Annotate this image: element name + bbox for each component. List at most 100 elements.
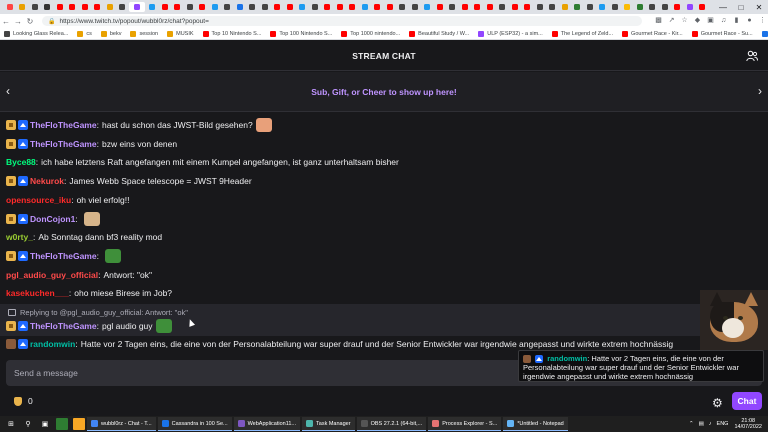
url-field[interactable]: 🔒 https://www.twitch.tv/popout/wubbl0rz/…: [42, 16, 642, 26]
avatar-badge-icon[interactable]: [6, 339, 16, 349]
browser-tab[interactable]: [634, 2, 645, 12]
browser-tab[interactable]: [547, 2, 558, 12]
taskbar-app-button[interactable]: WebApplication11...: [233, 417, 301, 431]
browser-tab[interactable]: [534, 2, 545, 12]
chat-username[interactable]: TheFloTheGame: [30, 321, 97, 331]
taskbar-app-button[interactable]: Process Explorer - S...: [428, 417, 502, 431]
browser-tab[interactable]: [79, 2, 90, 12]
taskbar-app-button[interactable]: OBS 27.2.1 (64-bit,...: [356, 417, 427, 431]
gift-badge-icon[interactable]: [6, 120, 16, 130]
translate-icon[interactable]: ▩: [652, 16, 665, 26]
subscriber-badge-icon[interactable]: [18, 120, 28, 130]
emote-icon[interactable]: [104, 248, 121, 263]
task-view-icon[interactable]: ▣: [39, 418, 51, 430]
chat-username[interactable]: Nekurok: [30, 176, 64, 186]
minimize-icon[interactable]: —: [714, 3, 732, 12]
browser-tab[interactable]: [159, 2, 170, 12]
chat-message[interactable]: w0rty_: Ab Sonntag dann bf3 reality mod: [6, 228, 162, 246]
browser-tab[interactable]: [209, 2, 220, 12]
bookmark-item[interactable]: gachibass gif - Goo...: [761, 30, 768, 37]
bookmark-star-icon[interactable]: ☆: [678, 16, 691, 26]
extension-icon[interactable]: ◆: [691, 16, 704, 26]
subscriber-badge-icon[interactable]: [18, 339, 28, 349]
browser-tab[interactable]: [259, 2, 270, 12]
bookmark-item[interactable]: Beautiful Study / W...: [409, 30, 469, 37]
subscriber-badge-icon[interactable]: [18, 321, 28, 331]
browser-tab[interactable]: [509, 2, 520, 12]
gift-badge-icon[interactable]: [6, 250, 16, 261]
browser-tab[interactable]: [234, 2, 245, 12]
taskbar-app-button[interactable]: Task Manager: [302, 417, 355, 431]
chat-message[interactable]: pgl_audio_guy_official: Antwort: "ok": [6, 266, 152, 284]
bookmark-item[interactable]: Gourmet Race - Su...: [691, 30, 753, 37]
browser-tab[interactable]: [684, 2, 695, 12]
close-icon[interactable]: ✕: [750, 3, 768, 12]
windows-start-icon[interactable]: ⊞: [5, 418, 17, 430]
browser-tab[interactable]: [384, 2, 395, 12]
taskbar-app-button[interactable]: wubbl0rz - Chat - T...: [87, 417, 156, 431]
subscriber-badge-icon[interactable]: [18, 250, 28, 261]
gear-icon[interactable]: ⚙: [712, 396, 723, 410]
community-icon[interactable]: [746, 50, 758, 62]
browser-tab[interactable]: [297, 2, 308, 12]
channel-points-icon[interactable]: [14, 396, 22, 406]
browser-tab[interactable]: [67, 2, 78, 12]
subscriber-badge-icon[interactable]: [18, 213, 28, 224]
browser-tab[interactable]: [409, 2, 420, 12]
browser-tab[interactable]: [29, 2, 40, 12]
gift-badge-icon[interactable]: [6, 321, 16, 331]
search-icon[interactable]: ⚲: [22, 418, 34, 430]
system-clock[interactable]: 21:08 14/07/2022: [734, 418, 762, 430]
browser-tab[interactable]: [397, 2, 408, 12]
emote-icon[interactable]: [83, 211, 100, 226]
browser-tab[interactable]: [497, 2, 508, 12]
browser-tab[interactable]: [622, 2, 633, 12]
bookmark-item[interactable]: Gourmet Race - Kir...: [622, 30, 683, 37]
browser-tab[interactable]: [584, 2, 595, 12]
chat-send-button[interactable]: Chat: [732, 392, 762, 410]
chat-username[interactable]: Byce88: [6, 157, 36, 167]
browser-tab[interactable]: [42, 2, 53, 12]
browser-tab[interactable]: [447, 2, 458, 12]
browser-tab[interactable]: [92, 2, 103, 12]
chat-message[interactable]: TheFloTheGame: hast du schon das JWST-Bil…: [6, 116, 272, 134]
gift-badge-icon[interactable]: [6, 213, 16, 224]
chat-username[interactable]: DonCojon1: [30, 214, 75, 224]
browser-tab[interactable]: [309, 2, 320, 12]
forward-icon[interactable]: →: [12, 17, 24, 26]
reload-icon[interactable]: ↻: [24, 17, 36, 26]
chat-username[interactable]: TheFloTheGame: [30, 120, 97, 130]
bookmark-item[interactable]: cs: [77, 30, 92, 37]
browser-tab[interactable]: [4, 2, 15, 12]
subscriber-badge-icon[interactable]: [18, 176, 28, 187]
reply-message[interactable]: TheFloTheGame : pgl audio guy: [6, 318, 172, 334]
tray-chevron-icon[interactable]: ⌃: [689, 421, 694, 427]
browser-tab[interactable]: [104, 2, 115, 12]
taskbar-app-button[interactable]: *Untitled - Notepad: [503, 417, 568, 431]
browser-tab[interactable]: [359, 2, 370, 12]
bookmark-item[interactable]: MUSIK: [167, 30, 194, 37]
browser-tab[interactable]: [347, 2, 358, 12]
sidebar-icon[interactable]: ▮: [730, 16, 743, 26]
browser-tab[interactable]: [659, 2, 670, 12]
chat-username[interactable]: pgl_audio_guy_official: [6, 270, 98, 280]
browser-tab[interactable]: [422, 2, 433, 12]
browser-tab[interactable]: [322, 2, 333, 12]
profile-icon[interactable]: ●: [743, 16, 756, 26]
browser-tab[interactable]: [147, 2, 158, 12]
subscriber-badge-icon[interactable]: [18, 138, 28, 149]
chat-username[interactable]: TheFloTheGame: [30, 139, 97, 149]
browser-tab[interactable]: [559, 2, 570, 12]
chat-message[interactable]: randomwin : Hatte vor 2 Tagen eins, die …: [6, 337, 673, 351]
browser-tab[interactable]: [459, 2, 470, 12]
emote-icon[interactable]: [255, 118, 272, 132]
browser-tab[interactable]: [697, 2, 708, 12]
chat-message[interactable]: TheFloTheGame: bzw eins von denen: [6, 135, 177, 153]
chat-username[interactable]: opensource_iku: [6, 195, 71, 205]
excel-icon[interactable]: [56, 418, 68, 430]
chat-username[interactable]: TheFloTheGame: [30, 251, 97, 261]
puzzle-icon[interactable]: ▣: [704, 16, 717, 26]
browser-tab[interactable]: [472, 2, 483, 12]
browser-tab[interactable]: [647, 2, 658, 12]
bookmark-item[interactable]: Looking Glass Relea...: [4, 30, 68, 37]
